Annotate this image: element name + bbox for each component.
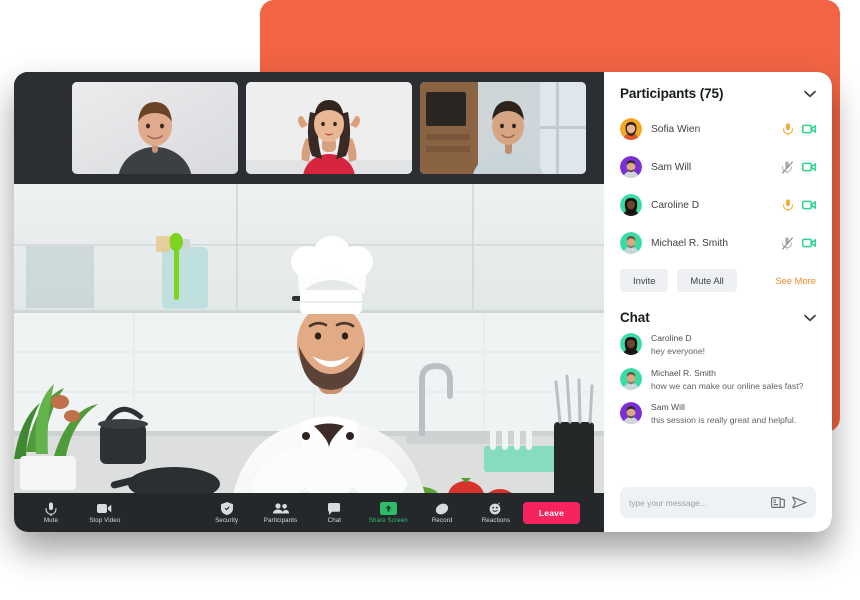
toolbar-label: Security xyxy=(215,516,239,524)
mute-all-button[interactable]: Mute All xyxy=(677,269,737,292)
chat-message-input[interactable] xyxy=(629,497,764,508)
participant-thumbnail-3[interactable] xyxy=(420,82,586,174)
toolbar-button-share-screen[interactable]: Share Screen xyxy=(361,502,415,524)
meeting-stage: Mute Stop Video Security Participants Ch… xyxy=(14,72,604,532)
participant-name: Sam Will xyxy=(651,161,692,173)
camera-on-icon[interactable] xyxy=(802,238,816,248)
side-panel: Participants (75) Sofia Wien Sam Will Ca… xyxy=(604,72,832,532)
toolbar-label: Record xyxy=(431,516,453,524)
toolbar-label: Share Screen xyxy=(368,516,408,524)
chat-text: this session is really great and helpful… xyxy=(651,415,797,426)
camera-on-icon[interactable] xyxy=(802,124,816,134)
participant-row[interactable]: Caroline D xyxy=(620,186,816,224)
toolbar-label: Participants xyxy=(263,516,298,524)
avatar xyxy=(620,156,642,178)
chevron-down-icon[interactable] xyxy=(804,90,816,98)
participants-list: Sofia Wien Sam Will Caroline D Michael R… xyxy=(620,110,816,262)
microphone-icon xyxy=(45,502,57,516)
participant-row[interactable]: Michael R. Smith xyxy=(620,224,816,262)
toolbar-button-mute[interactable]: Mute xyxy=(24,502,78,524)
chevron-down-icon[interactable] xyxy=(804,314,816,322)
shield-check-icon xyxy=(220,502,233,516)
record-icon xyxy=(435,502,449,516)
chat-message: Sam Will this session is really great an… xyxy=(620,402,816,426)
toolbar-label: Stop Video xyxy=(89,516,121,524)
avatar xyxy=(620,232,642,254)
toolbar-button-security[interactable]: Security xyxy=(200,502,254,524)
camera-on-icon[interactable] xyxy=(802,162,816,172)
participant-name: Sofia Wien xyxy=(651,123,701,135)
video-conference-window: Mute Stop Video Security Participants Ch… xyxy=(14,72,832,532)
see-more-link[interactable]: See More xyxy=(775,275,816,286)
mic-on-icon[interactable] xyxy=(783,198,793,212)
chat-author: Michael R. Smith xyxy=(651,367,716,378)
document-attach-icon[interactable] xyxy=(771,496,785,509)
toolbar-label: Chat xyxy=(327,516,342,524)
chat-text: how we can make our online sales fast? xyxy=(651,380,804,391)
avatar xyxy=(620,367,642,390)
participant-row[interactable]: Sofia Wien xyxy=(620,110,816,148)
participant-thumbnail-2[interactable] xyxy=(246,82,412,174)
chat-composer xyxy=(620,487,816,518)
screenshot-root: Mute Stop Video Security Participants Ch… xyxy=(0,0,860,600)
video-camera-icon xyxy=(97,502,112,516)
chat-text: hey everyone! xyxy=(651,346,705,356)
participants-title: Participants (75) xyxy=(620,86,724,101)
camera-on-icon[interactable] xyxy=(802,200,816,210)
toolbar-button-record[interactable]: Record xyxy=(415,502,469,524)
participants-actions: Invite Mute All See More xyxy=(620,269,816,292)
invite-button[interactable]: Invite xyxy=(620,269,669,292)
avatar xyxy=(620,118,642,140)
participant-row[interactable]: Sam Will xyxy=(620,148,816,186)
send-arrow-icon[interactable] xyxy=(792,496,807,509)
panel-spacer xyxy=(620,292,816,304)
chat-author: Caroline D xyxy=(651,333,692,343)
chat-header: Chat xyxy=(620,310,816,325)
toolbar-label: Mute xyxy=(43,516,58,524)
avatar xyxy=(620,194,642,216)
chat-bubble-icon xyxy=(328,502,341,516)
participant-thumbnail-1[interactable] xyxy=(72,82,238,174)
avatar xyxy=(620,333,642,355)
toolbar-label: Reactions xyxy=(481,516,511,524)
chat-message: Michael R. Smith how we can make our onl… xyxy=(620,367,816,392)
participant-name: Michael R. Smith xyxy=(651,237,728,249)
chat-message-list: Caroline D hey everyone! Michael R. Smit… xyxy=(620,333,816,426)
participant-filmstrip xyxy=(14,72,604,184)
share-screen-icon xyxy=(379,502,397,516)
mic-on-icon[interactable] xyxy=(783,122,793,136)
participants-header: Participants (75) xyxy=(620,72,816,101)
toolbar-button-chat[interactable]: Chat xyxy=(307,502,361,524)
mic-off-icon[interactable] xyxy=(782,160,793,174)
smiley-reactions-icon xyxy=(489,502,502,516)
mic-off-icon[interactable] xyxy=(782,236,793,250)
toolbar-button-stop-video[interactable]: Stop Video xyxy=(78,502,132,524)
meeting-toolbar: Mute Stop Video Security Participants Ch… xyxy=(14,493,604,532)
toolbar-button-reactions[interactable]: Reactions xyxy=(469,502,523,524)
toolbar-button-participants[interactable]: Participants xyxy=(254,502,308,524)
participant-name: Caroline D xyxy=(651,199,700,211)
people-icon xyxy=(272,502,289,516)
active-speaker-video[interactable] xyxy=(14,184,604,532)
leave-meeting-button[interactable]: Leave xyxy=(522,501,580,524)
chat-message: Caroline D hey everyone! xyxy=(620,333,816,357)
chat-title: Chat xyxy=(620,310,650,325)
chat-author: Sam Will xyxy=(651,402,685,413)
avatar xyxy=(620,402,642,425)
